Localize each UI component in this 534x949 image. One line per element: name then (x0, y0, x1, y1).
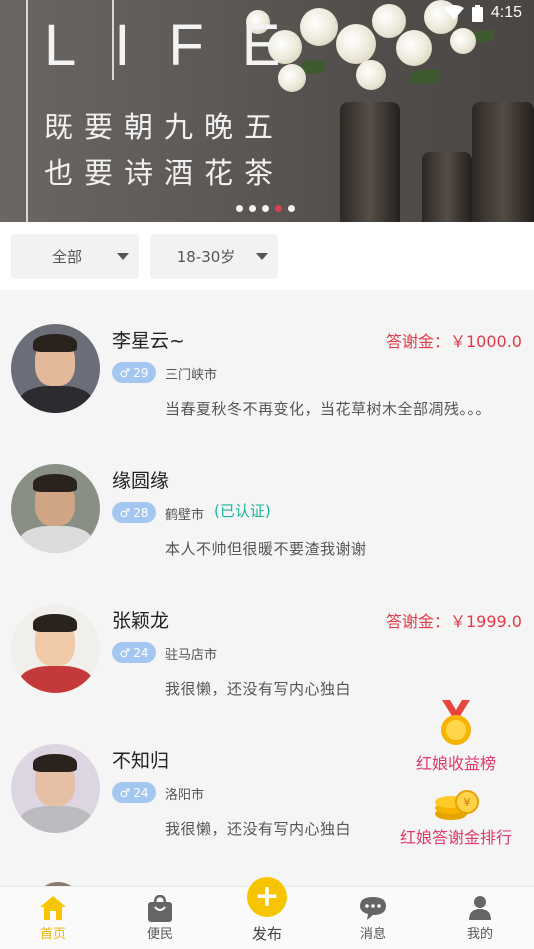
vase-image (422, 152, 472, 222)
avatar-body (19, 806, 93, 833)
carousel-dot-active[interactable] (275, 205, 282, 212)
user-bio: 本人不帅但很暖不要渣我谢谢 (165, 540, 367, 558)
user-age: 24 (133, 645, 149, 660)
male-icon: ♂ (119, 645, 131, 660)
avatar-body (19, 526, 93, 553)
battery-icon (471, 4, 483, 22)
nav-convenience-label: 便民 (146, 927, 173, 942)
vase-image (340, 102, 400, 222)
banner-title: LIFE (44, 13, 319, 78)
reward-rank-widget[interactable]: ¥ 红娘答谢金排行 (398, 788, 514, 848)
nav-home[interactable]: 首页 (13, 887, 93, 949)
caret-down-icon (256, 253, 268, 260)
reward-amount: 答谢金：￥1000.0 (386, 332, 522, 351)
svg-text:¥: ¥ (464, 796, 471, 809)
list-item[interactable]: 李星云~ 答谢金：￥1000.0 ♂ 29 三门峡市 当春夏秋冬不再变化，当花草… (0, 290, 534, 430)
user-city: 洛阳市 (165, 788, 205, 803)
avatar-body (19, 386, 93, 413)
vase-image (472, 102, 534, 222)
user-city: 三门峡市 (165, 368, 218, 383)
user-bio: 当春夏秋冬不再变化，当花草树木全部凋残。。。 (165, 400, 492, 418)
medal-icon (441, 700, 471, 745)
plus-icon: + (254, 879, 280, 914)
user-age: 29 (133, 365, 149, 380)
list-item[interactable]: 缘圆缘 ♂ 28 鹤壁市 (已认证) 本人不帅但很暖不要渣我谢谢 (0, 430, 534, 570)
male-icon: ♂ (119, 505, 131, 520)
banner-slogan-line2: 也要诗酒花茶 (44, 156, 285, 190)
avatar[interactable] (11, 604, 100, 693)
reward-amount: 答谢金：￥1999.0 (386, 612, 522, 631)
avatar-hair (33, 334, 77, 352)
carousel-dot[interactable] (249, 205, 256, 212)
app-root: LIFE 既要朝九晚五 也要诗酒花茶 4:15 全部 18-30岁 李星云~ 答… (0, 0, 534, 949)
gender-age-badge: ♂ 24 (112, 782, 156, 803)
coins-icon: ¥ (435, 790, 479, 820)
nav-messages[interactable]: 消息 (333, 887, 413, 949)
avatar-body (19, 666, 93, 693)
user-name: 不知归 (112, 750, 170, 772)
category-filter-dropdown[interactable]: 全部 (11, 234, 139, 279)
age-filter-dropdown[interactable]: 18-30岁 (150, 234, 278, 279)
avatar-hair (33, 614, 77, 632)
avatar[interactable] (11, 744, 100, 833)
user-name: 李星云~ (112, 330, 185, 352)
flower-image (372, 4, 406, 38)
nav-messages-label: 消息 (359, 927, 386, 942)
avatar[interactable] (11, 464, 100, 553)
caret-down-icon (117, 253, 129, 260)
carousel-indicator (236, 205, 295, 212)
male-icon: ♂ (119, 365, 131, 380)
user-city: 鹤壁市 (165, 508, 205, 523)
user-icon (469, 896, 491, 920)
user-bio: 我很懒，还没有写内心独白 (165, 680, 352, 698)
verified-label: (已认证) (214, 502, 271, 520)
chat-bubble-icon (360, 897, 386, 920)
gender-age-badge: ♂ 29 (112, 362, 156, 383)
banner-carousel[interactable]: LIFE 既要朝九晚五 也要诗酒花茶 4:15 (0, 0, 534, 222)
wifi-icon (443, 5, 464, 20)
user-name: 张颖龙 (112, 610, 170, 632)
reward-rank-label: 红娘答谢金排行 (399, 828, 512, 847)
user-age: 28 (133, 505, 149, 520)
flower-image (356, 60, 386, 90)
avatar[interactable] (11, 324, 100, 413)
nav-mine[interactable]: 我的 (440, 887, 520, 949)
filter-bar: 全部 18-30岁 (0, 222, 534, 290)
user-age: 24 (133, 785, 149, 800)
banner-slogan-line1: 既要朝九晚五 (44, 110, 285, 144)
earnings-rank-label: 红娘收益榜 (415, 754, 496, 773)
carousel-dot[interactable] (236, 205, 243, 212)
gender-age-badge: ♂ 28 (112, 502, 156, 523)
nav-publish-label: 发布 (251, 925, 282, 943)
status-time: 4:15 (490, 4, 522, 21)
nav-home-label: 首页 (39, 927, 66, 942)
nav-convenience[interactable]: 便民 (120, 887, 200, 949)
flower-image (450, 28, 476, 54)
user-bio: 我很懒，还没有写内心独白 (165, 820, 352, 838)
avatar-hair (33, 754, 77, 772)
user-city: 驻马店市 (165, 648, 218, 663)
status-bar: 4:15 (443, 4, 522, 22)
flower-image (336, 24, 376, 64)
male-icon: ♂ (119, 785, 131, 800)
nav-mine-label: 我的 (466, 927, 493, 942)
carousel-dot[interactable] (262, 205, 269, 212)
earnings-rank-widget[interactable]: 红娘收益榜 (412, 700, 500, 774)
gender-age-badge: ♂ 24 (112, 642, 156, 663)
avatar-hair (33, 474, 77, 492)
carousel-dot[interactable] (288, 205, 295, 212)
home-icon (40, 896, 66, 920)
shopping-bag-icon (148, 895, 172, 922)
leaf-image (410, 70, 440, 84)
flower-image (396, 30, 432, 66)
publish-plus-button[interactable]: + (247, 877, 287, 917)
list-item[interactable]: 张颖龙 答谢金：￥1999.0 ♂ 24 驻马店市 我很懒，还没有写内心独白 (0, 570, 534, 710)
user-name: 缘圆缘 (112, 470, 170, 492)
